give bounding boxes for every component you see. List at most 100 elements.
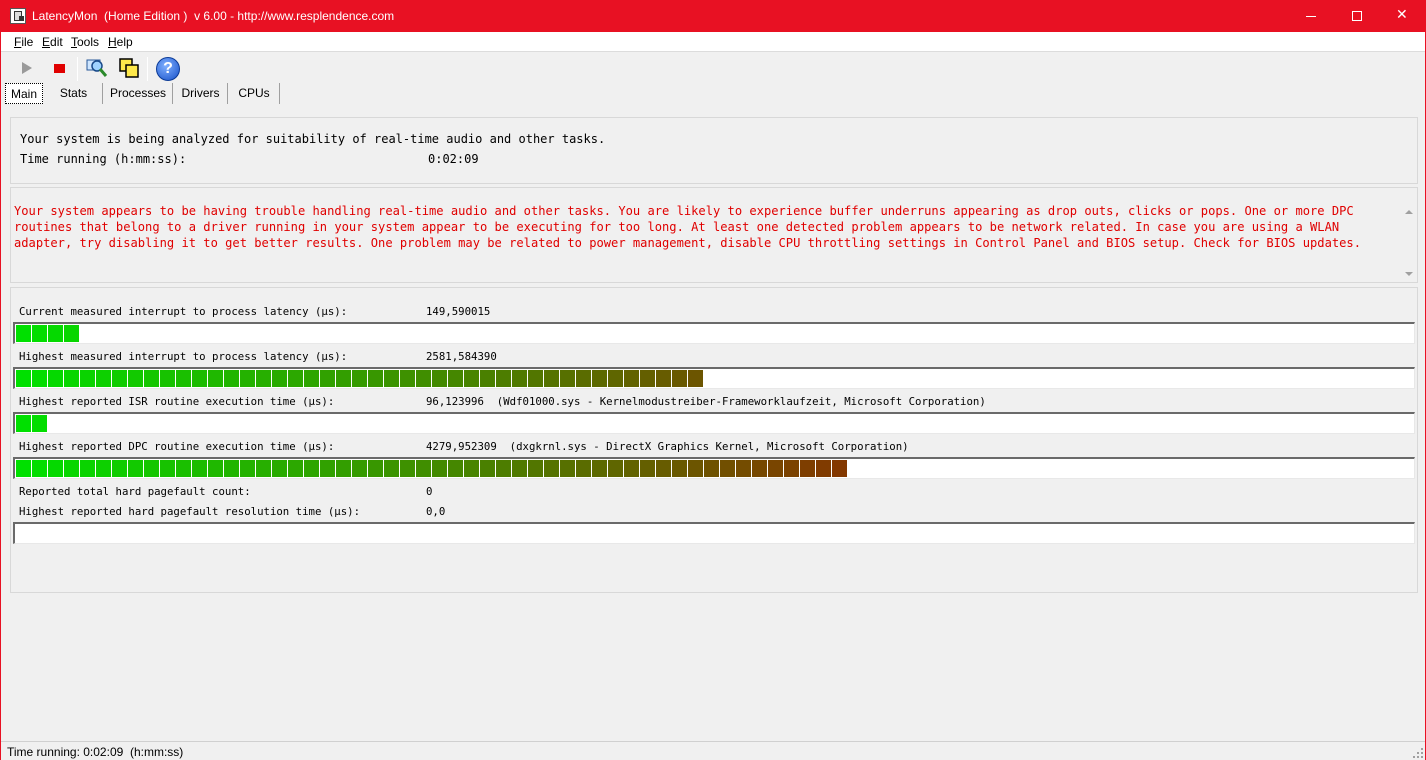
menu-bar: File Edit Tools Help (1, 32, 1425, 52)
time-running-value: 0:02:09 (428, 152, 479, 166)
pagefault-time-value: 0,0 (426, 505, 446, 518)
meter-segment (32, 460, 47, 477)
meter-segment (544, 460, 559, 477)
meter-segment (240, 460, 255, 477)
meter-segment (656, 370, 671, 387)
meter-segment (576, 370, 591, 387)
pagefault-time-meter (13, 522, 1415, 544)
meter-segment (176, 370, 191, 387)
title-bar[interactable]: LatencyMon (Home Edition ) v 6.00 - http… (1, 1, 1425, 32)
dpc-time-value: 4279,952309 (dxgkrnl.sys - DirectX Graph… (426, 440, 909, 453)
start-button[interactable] (14, 55, 40, 81)
minimize-button[interactable] (1288, 1, 1334, 32)
menu-edit[interactable]: Edit (42, 35, 63, 49)
app-icon[interactable] (10, 8, 26, 24)
menu-tools[interactable]: Tools (71, 35, 99, 49)
close-icon: ✕ (1396, 7, 1408, 23)
tab-stats[interactable]: Stats (45, 83, 103, 104)
meter-segment (384, 370, 399, 387)
meter-segment (512, 370, 527, 387)
meter-segment (144, 460, 159, 477)
meter-segment (352, 460, 367, 477)
tab-processes[interactable]: Processes (104, 83, 173, 104)
meter-segment (48, 370, 63, 387)
meter-segment (592, 370, 607, 387)
meter-segment (800, 460, 815, 477)
pagefault-time-label: Highest reported hard pagefault resoluti… (19, 505, 361, 518)
meter-segment (400, 370, 415, 387)
scroll-down-icon[interactable] (1405, 272, 1413, 276)
meter-segment (272, 370, 287, 387)
meter-segment (528, 370, 543, 387)
maximize-icon (1352, 11, 1362, 21)
window-title: LatencyMon (Home Edition ) v 6.00 - http… (32, 9, 395, 23)
meter-segment (448, 370, 463, 387)
magnify-button[interactable] (83, 55, 109, 81)
meter-segment (128, 370, 143, 387)
meter-segment (672, 370, 687, 387)
meter-segment (336, 460, 351, 477)
stop-icon (54, 64, 65, 73)
metrics-panel: Current measured interrupt to process la… (10, 287, 1418, 593)
resize-grip-icon[interactable] (1413, 748, 1423, 758)
meter-segment (80, 460, 95, 477)
meter-segment (272, 460, 287, 477)
meter-segment (560, 370, 575, 387)
meter-segment (208, 460, 223, 477)
meter-segment (144, 370, 159, 387)
toolbar: ? (1, 53, 1425, 83)
meter-segment (16, 460, 31, 477)
meter-segment (432, 370, 447, 387)
current-latency-meter (13, 322, 1415, 344)
meter-segment (528, 460, 543, 477)
meter-segment (64, 370, 79, 387)
pagefault-count-value: 0 (426, 485, 433, 498)
meter-segment (176, 460, 191, 477)
meter-segment (320, 460, 335, 477)
highest-latency-value: 2581,584390 (426, 350, 497, 363)
meter-segment (368, 370, 383, 387)
meter-segment (496, 370, 511, 387)
meter-segment (416, 370, 431, 387)
status-bar-text: Time running: 0:02:09 (h:mm:ss) (7, 745, 184, 759)
meter-segment (704, 460, 719, 477)
meter-segment (608, 460, 623, 477)
tab-cpus[interactable]: CPUs (229, 83, 280, 104)
meter-segment (192, 370, 207, 387)
tab-main[interactable]: Main (5, 83, 43, 104)
meter-segment (112, 460, 127, 477)
meter-segment (464, 370, 479, 387)
meter-segment (624, 460, 639, 477)
meter-segment (32, 415, 47, 432)
current-latency-label: Current measured interrupt to process la… (19, 305, 348, 318)
conclusion-scrollbar[interactable] (1401, 202, 1417, 282)
meter-segment (784, 460, 799, 477)
meter-segment (672, 460, 687, 477)
meter-segment (544, 370, 559, 387)
meter-segment (96, 370, 111, 387)
meter-segment (288, 370, 303, 387)
meter-segment (96, 460, 111, 477)
help-button[interactable]: ? (154, 55, 180, 81)
meter-segment (32, 325, 47, 342)
meter-segment (48, 325, 63, 342)
tab-drivers[interactable]: Drivers (174, 83, 228, 104)
meter-segment (304, 460, 319, 477)
scroll-up-icon[interactable] (1405, 210, 1413, 214)
conclusion-panel: Your system appears to be having trouble… (10, 187, 1418, 283)
meter-segment (816, 460, 831, 477)
meter-segment (560, 460, 575, 477)
latencymon-window: LatencyMon (Home Edition ) v 6.00 - http… (0, 0, 1426, 760)
windows-button[interactable] (115, 55, 141, 81)
meter-segment (432, 460, 447, 477)
menu-help[interactable]: Help (108, 35, 133, 49)
dpc-time-label: Highest reported DPC routine execution t… (19, 440, 335, 453)
close-button[interactable]: ✕ (1380, 1, 1426, 32)
pagefault-count-label: Reported total hard pagefault count: (19, 485, 251, 498)
menu-file[interactable]: File (14, 35, 33, 49)
stop-button[interactable] (46, 55, 72, 81)
meter-segment (160, 370, 175, 387)
meter-segment (304, 370, 319, 387)
maximize-button[interactable] (1334, 1, 1380, 32)
meter-segment (256, 370, 271, 387)
